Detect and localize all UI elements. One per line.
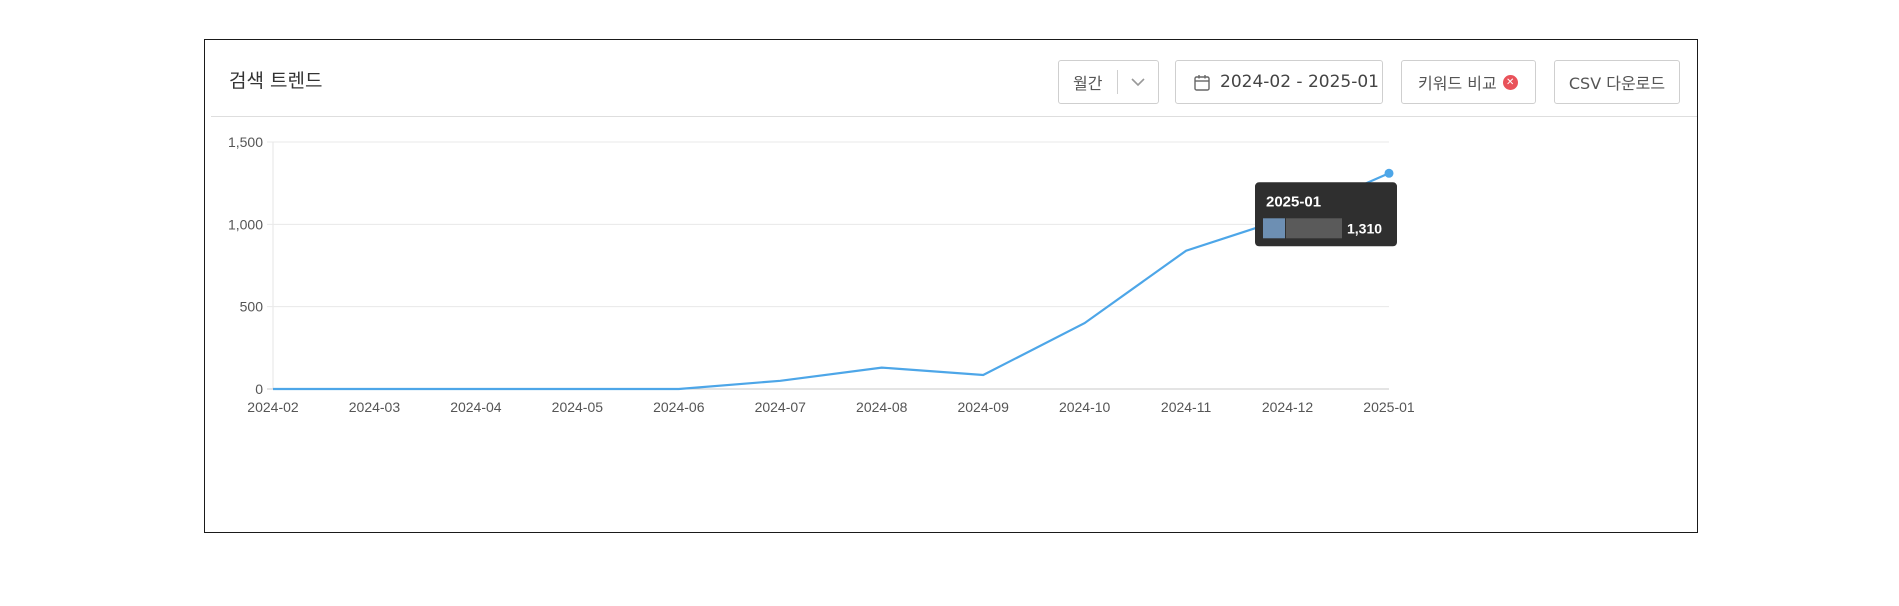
x-tick-label: 2025-01 (1363, 399, 1415, 415)
y-tick-label: 1,500 (228, 134, 263, 150)
x-tick-label: 2024-10 (1059, 399, 1111, 415)
tooltip-value: 1,310 (1347, 220, 1382, 236)
search-trend-card: 검색 트렌드 월간 2024-02 - 2025-01 키워드 비교 ✕ CSV… (204, 39, 1698, 533)
x-tick-label: 2024-02 (247, 399, 299, 415)
tooltip-redacted-name (1286, 218, 1342, 239)
y-tick-label: 0 (255, 381, 263, 397)
x-tick-label: 2024-08 (856, 399, 908, 415)
series-line (273, 172, 1390, 391)
chart-tooltip: 2025-01 1,310 (1255, 182, 1397, 247)
x-tick-label: 2024-03 (349, 399, 401, 415)
x-tick-label: 2024-09 (957, 399, 1009, 415)
x-tick-label: 2024-12 (1262, 399, 1314, 415)
x-tick-label: 2024-11 (1161, 399, 1212, 415)
data-point-highlight[interactable] (1384, 168, 1394, 178)
x-tick-label: 2024-06 (653, 399, 705, 415)
y-tick-label: 500 (240, 299, 264, 315)
y-tick-label: 1,000 (228, 216, 263, 232)
x-tick-label: 2024-05 (552, 399, 604, 415)
tooltip-title: 2025-01 (1266, 193, 1321, 210)
tooltip-redacted-swatch (1263, 218, 1285, 239)
trend-line-chart: 0 500 1,000 1,500 2024-02 2024-03 2024-04 2024… (228, 134, 1415, 415)
x-tick-label: 2024-07 (755, 399, 807, 415)
x-tick-label: 2024-04 (450, 399, 502, 415)
